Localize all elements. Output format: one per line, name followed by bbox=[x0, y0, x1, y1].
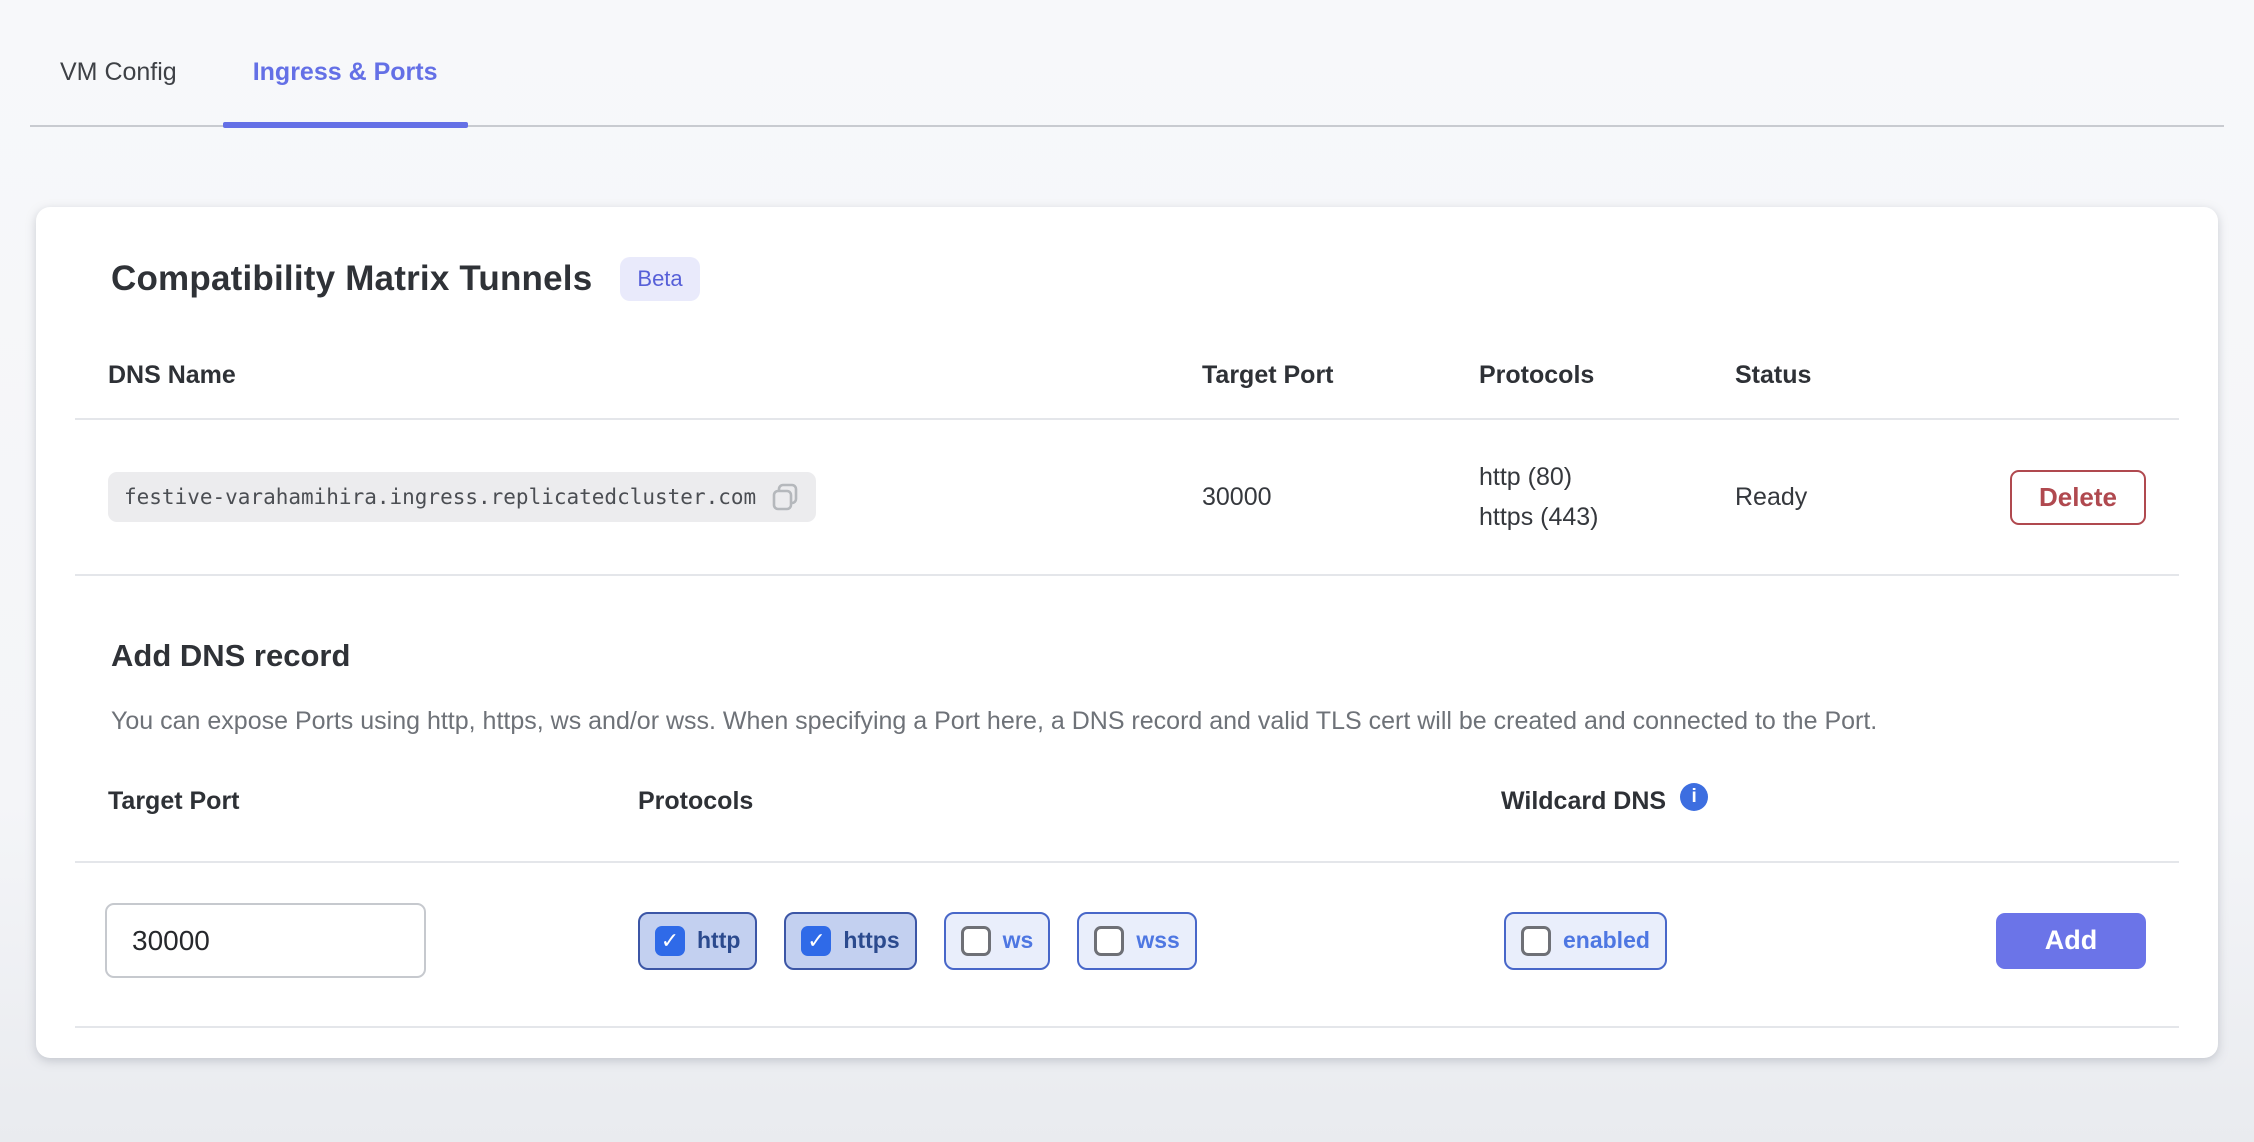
add-dns-heading: Add DNS record bbox=[111, 638, 2143, 674]
tab-vm-config[interactable]: VM Config bbox=[30, 58, 207, 125]
add-dns-form-row: ✓ http ✓ https ✓ ws ✓ wss ✓ enabled Add bbox=[75, 863, 2179, 1028]
protocol-label: http bbox=[697, 927, 740, 954]
copy-icon[interactable] bbox=[770, 481, 800, 513]
actions-cell: Delete bbox=[1880, 442, 2179, 553]
table-header-row: DNS Name Target Port Protocols Status bbox=[75, 301, 2179, 420]
checkbox-icon: ✓ bbox=[961, 926, 991, 956]
wildcard-field-cell: ✓ enabled bbox=[1468, 912, 1954, 970]
submit-cell: Add bbox=[1954, 913, 2179, 969]
card-title: Compatibility Matrix Tunnels bbox=[111, 259, 592, 299]
add-dns-form-header: Target Port Protocols Wildcard DNS i bbox=[75, 783, 2179, 863]
checkbox-icon: ✓ bbox=[1094, 926, 1124, 956]
protocol-checkbox-http[interactable]: ✓ http bbox=[638, 912, 757, 970]
dns-name-pill: festive-varahamihira.ingress.replicatedc… bbox=[108, 472, 816, 522]
form-label-target-port: Target Port bbox=[75, 787, 605, 858]
protocol-checkbox-https[interactable]: ✓ https bbox=[784, 912, 916, 970]
protocol-entry: http (80) bbox=[1479, 457, 1669, 497]
column-header-target-port: Target Port bbox=[1169, 301, 1446, 418]
form-label-protocols: Protocols bbox=[605, 787, 1468, 858]
card-header: Compatibility Matrix Tunnels Beta bbox=[75, 207, 2179, 301]
form-label-wildcard-dns: Wildcard DNS bbox=[1501, 787, 1666, 816]
tunnels-card: Compatibility Matrix Tunnels Beta DNS Na… bbox=[36, 207, 2218, 1058]
protocol-checkbox-ws[interactable]: ✓ ws bbox=[944, 912, 1051, 970]
dns-name-cell: festive-varahamihira.ingress.replicatedc… bbox=[75, 444, 1169, 550]
tab-ingress-ports[interactable]: Ingress & Ports bbox=[223, 58, 468, 125]
wildcard-label: enabled bbox=[1563, 927, 1650, 954]
delete-button[interactable]: Delete bbox=[2010, 470, 2146, 525]
column-header-dns-name: DNS Name bbox=[75, 301, 1169, 418]
checkbox-icon: ✓ bbox=[655, 926, 685, 956]
tunnels-table: DNS Name Target Port Protocols Status fe… bbox=[75, 301, 2179, 576]
protocols-field-cell: ✓ http ✓ https ✓ ws ✓ wss bbox=[605, 912, 1468, 970]
protocol-entry: https (443) bbox=[1479, 497, 1669, 537]
add-button[interactable]: Add bbox=[1996, 913, 2146, 969]
dns-name-value: festive-varahamihira.ingress.replicatedc… bbox=[124, 485, 756, 509]
table-row: festive-varahamihira.ingress.replicatedc… bbox=[75, 420, 2179, 576]
target-port-input[interactable] bbox=[105, 903, 426, 978]
info-icon[interactable]: i bbox=[1680, 783, 1708, 811]
target-port-field-cell bbox=[75, 903, 605, 978]
beta-badge: Beta bbox=[620, 257, 699, 301]
tab-bar: VM Config Ingress & Ports bbox=[30, 0, 2224, 127]
add-dns-description: You can expose Ports using http, https, … bbox=[111, 702, 2143, 741]
wildcard-enabled-pill[interactable]: ✓ enabled bbox=[1504, 912, 1667, 970]
column-header-actions bbox=[1880, 316, 2179, 404]
checkbox-icon: ✓ bbox=[801, 926, 831, 956]
protocol-label: https bbox=[843, 927, 899, 954]
status-cell: Ready bbox=[1702, 455, 1880, 540]
column-header-protocols: Protocols bbox=[1446, 301, 1702, 418]
column-header-status: Status bbox=[1702, 301, 1880, 418]
protocols-cell: http (80) https (443) bbox=[1446, 429, 1702, 565]
check-icon: ✓ bbox=[661, 930, 679, 952]
protocol-label: wss bbox=[1136, 927, 1179, 954]
checkbox-icon: ✓ bbox=[1521, 926, 1551, 956]
target-port-cell: 30000 bbox=[1169, 455, 1446, 540]
check-icon: ✓ bbox=[807, 930, 825, 952]
protocol-checkbox-wss[interactable]: ✓ wss bbox=[1077, 912, 1196, 970]
protocol-label: ws bbox=[1003, 927, 1034, 954]
